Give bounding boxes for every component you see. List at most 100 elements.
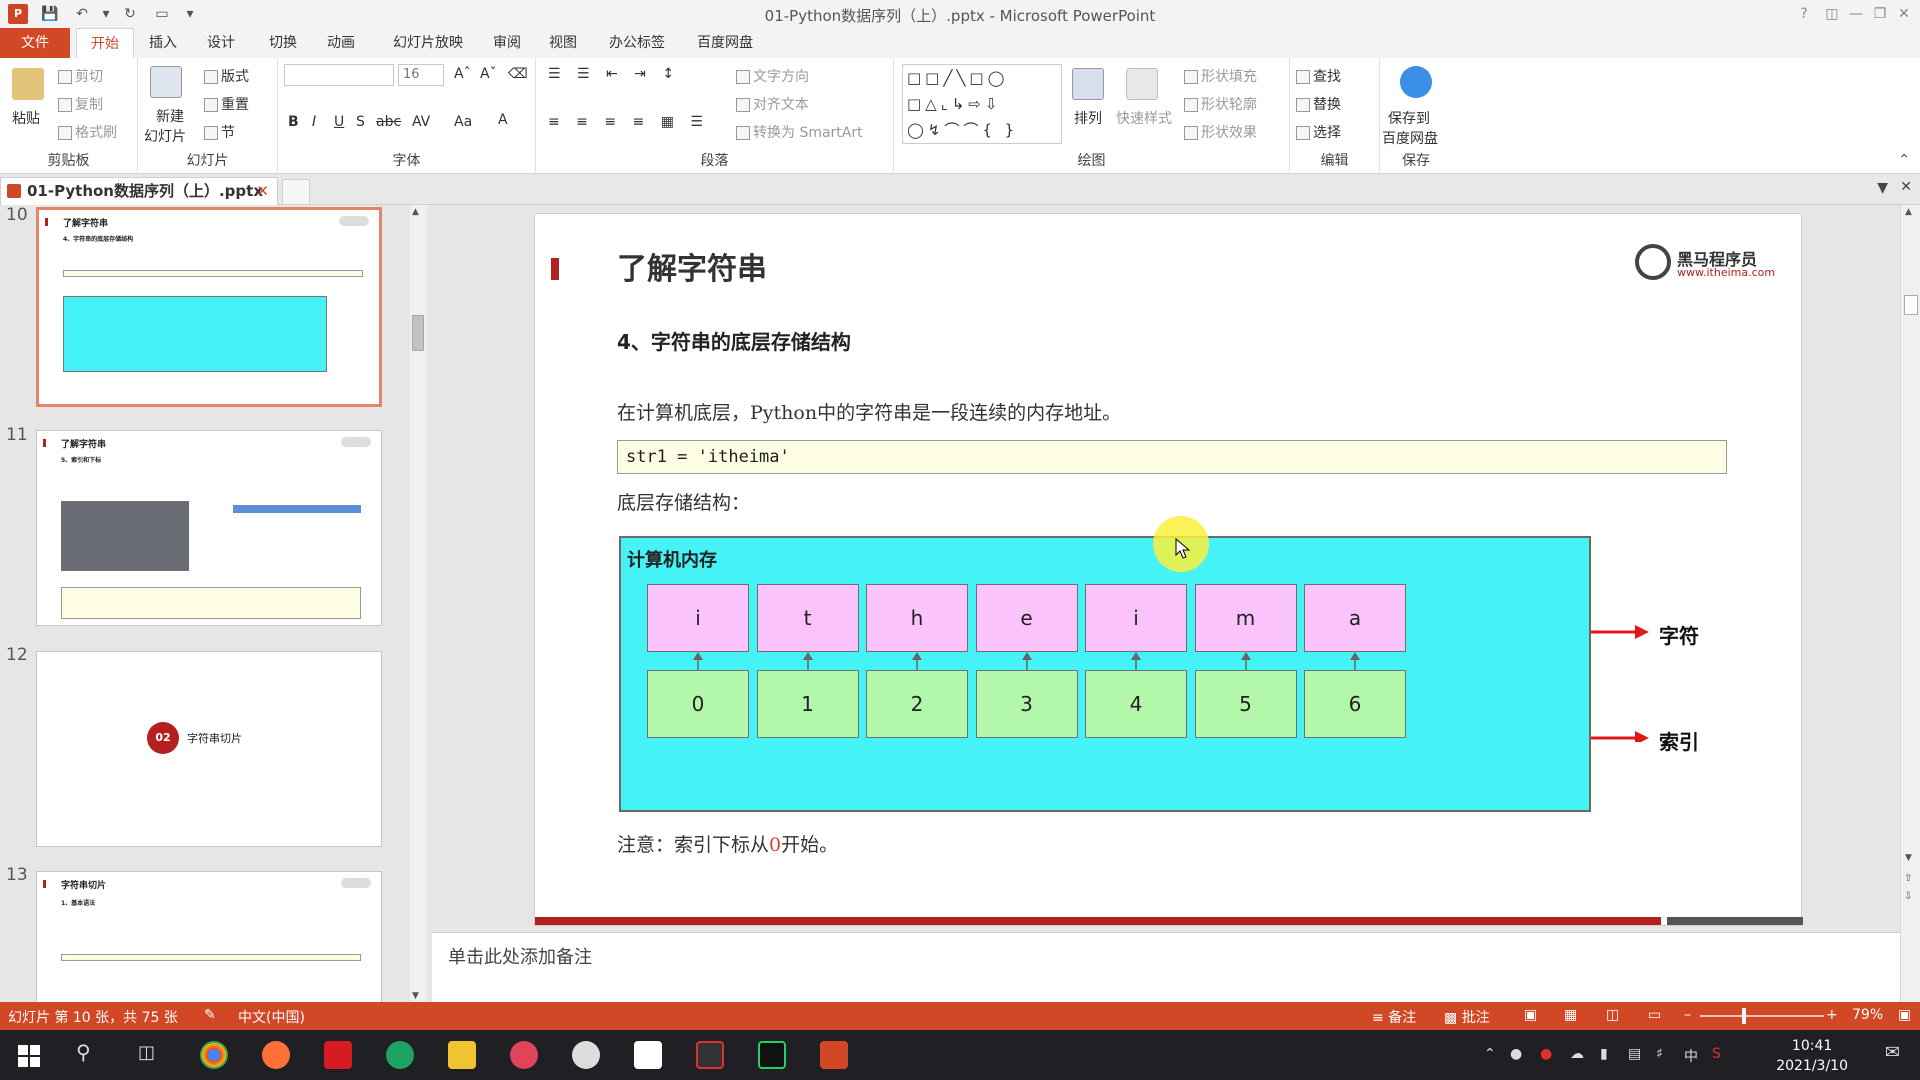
notes-toggle[interactable]: ≡ 备注	[1372, 1007, 1416, 1027]
replace-button[interactable]: 替换	[1296, 94, 1341, 114]
format-painter-button[interactable]: 格式刷	[58, 122, 117, 142]
help-icon[interactable]: ?	[1790, 3, 1818, 25]
tab-file[interactable]: 文件	[0, 28, 70, 58]
tab-transitions[interactable]: 切换	[260, 28, 306, 58]
align-buttons[interactable]: ≡ ≡ ≡ ≡ ▦ ☰	[548, 114, 709, 130]
new-tab-button[interactable]	[282, 179, 310, 205]
shadow-button[interactable]: S	[356, 114, 365, 130]
shape-effects-button[interactable]: 形状效果	[1184, 122, 1257, 142]
network-icon[interactable]: ▤	[1628, 1046, 1641, 1062]
scroll-up-icon[interactable]: ▲	[412, 207, 419, 217]
new-slide-button-line2[interactable]: 幻灯片	[144, 126, 186, 146]
battery-icon[interactable]: ▮	[1600, 1046, 1608, 1062]
typora-icon[interactable]	[634, 1041, 662, 1069]
slideshow-view-icon[interactable]: ▭	[1648, 1007, 1661, 1023]
quick-styles-icon[interactable]	[1126, 68, 1158, 100]
font-color-button[interactable]: A	[498, 112, 508, 128]
normal-view-icon[interactable]: ▣	[1524, 1007, 1537, 1023]
firefox-icon[interactable]	[262, 1041, 290, 1069]
close-document-icon[interactable]: ✕	[1900, 179, 1912, 195]
thumbnail-slide-12[interactable]: 02 字符串切片	[36, 651, 382, 847]
spellcheck-icon[interactable]: ✎	[204, 1007, 216, 1023]
collapse-ribbon-icon[interactable]: ⌃	[1898, 152, 1910, 168]
italic-button[interactable]: I	[312, 114, 316, 130]
clear-format-icon[interactable]: ⌫	[508, 66, 528, 82]
shape-outline-button[interactable]: 形状轮廓	[1184, 94, 1257, 114]
thumbnail-slide-13[interactable]: 字符串切片 1、基本语法	[36, 871, 382, 1003]
reading-view-icon[interactable]: ◫	[1606, 1007, 1619, 1023]
bilibili-icon[interactable]	[510, 1041, 538, 1069]
thumbnail-scrollbar[interactable]: ▲ ▼	[410, 205, 426, 1003]
input-method-icon[interactable]: 中	[1684, 1046, 1698, 1066]
system-clock[interactable]: 10:41 2021/3/10	[1776, 1036, 1848, 1076]
tray-record-icon[interactable]: ●	[1540, 1046, 1552, 1062]
zoom-level[interactable]: 79%	[1852, 1007, 1883, 1023]
grow-font-icon[interactable]: Aˆ	[454, 66, 471, 82]
arrange-icon[interactable]	[1072, 68, 1104, 100]
slide-subtitle[interactable]: 4、字符串的底层存储结构	[617, 326, 851, 355]
zoom-slider-handle[interactable]	[1742, 1008, 1746, 1024]
screen-recorder-icon[interactable]	[696, 1041, 724, 1069]
shrink-font-icon[interactable]: Aˇ	[480, 66, 497, 82]
tab-baidu-netdisk[interactable]: 百度网盘	[690, 28, 760, 58]
font-size-select[interactable]: 16	[398, 64, 444, 86]
change-case-button[interactable]: Aa	[454, 114, 472, 130]
file-explorer-icon[interactable]	[448, 1041, 476, 1069]
new-slide-icon[interactable]	[150, 66, 182, 98]
close-button[interactable]: ✕	[1890, 3, 1918, 25]
baidu-cloud-icon[interactable]	[1400, 66, 1432, 98]
scroll-down-icon[interactable]: ▼	[412, 991, 419, 1001]
tab-list-dropdown-icon[interactable]: ▼	[1877, 180, 1888, 196]
next-slide-icon[interactable]: ⇩	[1904, 891, 1912, 902]
tab-review[interactable]: 审阅	[484, 28, 530, 58]
tab-design[interactable]: 设计	[198, 28, 244, 58]
slide-scrollbar[interactable]: ▲ ▼ ⇧ ⇩	[1900, 205, 1920, 1002]
arrange-button[interactable]: 排列	[1074, 108, 1102, 128]
tray-cloud-icon[interactable]: ☁	[1570, 1046, 1584, 1062]
shape-gallery[interactable]: □□╱╲□◯ □△⌞↳⇨⇩ ◯↯⌒⌒{ }	[902, 64, 1062, 144]
zoom-out-icon[interactable]: –	[1684, 1007, 1691, 1023]
tab-animations[interactable]: 动画	[318, 28, 364, 58]
pycharm-icon[interactable]	[758, 1041, 786, 1069]
sogou-icon[interactable]: S	[1712, 1046, 1721, 1062]
paste-icon[interactable]	[12, 68, 44, 100]
language-indicator[interactable]: 中文(中国)	[238, 1007, 305, 1027]
current-slide[interactable]: 了解字符串 黑马程序员 www.itheima.com 4、字符串的底层存储结构…	[534, 213, 1803, 926]
select-button[interactable]: 选择	[1296, 122, 1341, 142]
text-direction-button[interactable]: 文字方向	[736, 66, 809, 86]
copy-button[interactable]: 复制	[58, 94, 103, 114]
slide-paragraph[interactable]: 在计算机底层，Python中的字符串是一段连续的内存地址。	[617, 398, 1121, 425]
thumbnail-slide-10[interactable]: 了解字符串 4、字符串的底层存储结构	[36, 207, 382, 407]
bold-button[interactable]: B	[288, 114, 299, 130]
fit-slide-icon[interactable]: ▣	[1898, 1007, 1911, 1023]
save-to-baidu-button-line2[interactable]: 百度网盘	[1382, 128, 1438, 148]
tab-home[interactable]: 开始	[76, 28, 134, 58]
comments-toggle[interactable]: ▩ 批注	[1444, 1007, 1490, 1027]
zoom-slider[interactable]	[1700, 1015, 1824, 1017]
quick-styles-button[interactable]: 快速样式	[1116, 108, 1172, 128]
new-slide-button[interactable]: 新建	[156, 106, 184, 126]
scroll-down-icon[interactable]: ▼	[1905, 853, 1912, 863]
tab-slideshow[interactable]: 幻灯片放映	[382, 28, 474, 58]
font-family-select[interactable]	[284, 64, 394, 86]
tray-app-icon[interactable]: ●	[1510, 1046, 1522, 1062]
notes-pane[interactable]: 单击此处添加备注	[432, 932, 1900, 1002]
zoom-in-icon[interactable]: +	[1826, 1007, 1838, 1023]
memory-diagram[interactable]: 计算机内存 itheima 0123456	[619, 536, 1591, 812]
smartart-button[interactable]: 转换为 SmartArt	[736, 122, 863, 142]
document-tab[interactable]: 01-Python数据序列（上）.pptx ✕	[0, 177, 278, 205]
search-icon[interactable]: ⚲	[76, 1040, 91, 1064]
find-button[interactable]: 查找	[1296, 66, 1341, 86]
save-to-baidu-button[interactable]: 保存到	[1388, 108, 1430, 128]
code-box[interactable]: str1 = 'itheima'	[617, 440, 1727, 474]
structure-label[interactable]: 底层存储结构：	[617, 488, 750, 515]
tray-expand-icon[interactable]: ⌃	[1484, 1046, 1496, 1062]
paste-button[interactable]: 粘贴	[12, 108, 40, 128]
tab-view[interactable]: 视图	[540, 28, 586, 58]
layout-button[interactable]: 版式	[204, 66, 249, 86]
thumbnail-slide-11[interactable]: 了解字符串 5、索引和下标	[36, 430, 382, 626]
notification-icon[interactable]: ✉	[1885, 1042, 1900, 1063]
strikethrough-button[interactable]: abc	[376, 114, 401, 130]
close-tab-icon[interactable]: ✕	[256, 178, 269, 204]
reset-button[interactable]: 重置	[204, 94, 249, 114]
